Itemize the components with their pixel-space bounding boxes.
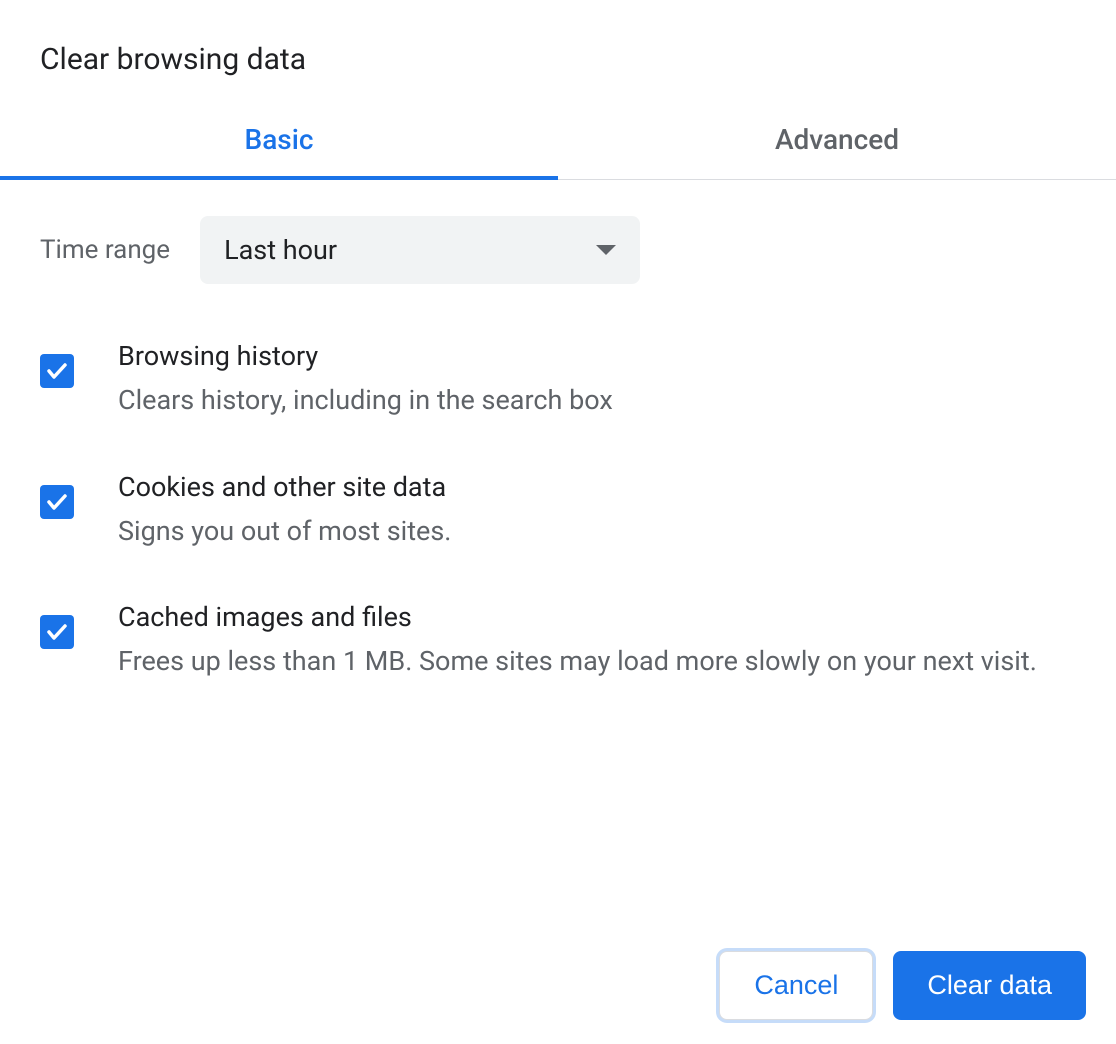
checkbox-cached[interactable] xyxy=(40,615,74,649)
cancel-button[interactable]: Cancel xyxy=(719,951,873,1020)
tabs: Basic Advanced xyxy=(0,105,1116,180)
option-browsing-history: Browsing history Clears history, includi… xyxy=(40,340,1076,421)
option-text: Browsing history Clears history, includi… xyxy=(118,340,613,421)
option-title: Cached images and files xyxy=(118,601,1037,633)
time-range-value: Last hour xyxy=(224,234,337,266)
clear-data-button[interactable]: Clear data xyxy=(893,951,1086,1020)
time-range-select[interactable]: Last hour xyxy=(200,216,640,284)
clear-browsing-data-dialog: Clear browsing data Basic Advanced Time … xyxy=(0,0,1116,1044)
option-text: Cookies and other site data Signs you ou… xyxy=(118,471,451,552)
checkmark-icon xyxy=(45,359,69,383)
option-cached: Cached images and files Frees up less th… xyxy=(40,601,1076,682)
tab-basic[interactable]: Basic xyxy=(0,105,558,180)
time-range-row: Time range Last hour xyxy=(40,216,1076,284)
checkmark-icon xyxy=(45,620,69,644)
option-title: Cookies and other site data xyxy=(118,471,451,503)
checkmark-icon xyxy=(45,490,69,514)
option-title: Browsing history xyxy=(118,340,613,372)
option-desc: Clears history, including in the search … xyxy=(118,380,613,421)
time-range-label: Time range xyxy=(40,235,170,265)
dialog-content: Time range Last hour Browsing history Cl… xyxy=(0,180,1116,951)
option-desc: Frees up less than 1 MB. Some sites may … xyxy=(118,641,1037,682)
checkbox-cookies[interactable] xyxy=(40,485,74,519)
dialog-footer: Cancel Clear data xyxy=(0,951,1116,1044)
dialog-title: Clear browsing data xyxy=(0,0,1116,105)
option-text: Cached images and files Frees up less th… xyxy=(118,601,1037,682)
dropdown-arrow-icon xyxy=(596,245,616,255)
option-desc: Signs you out of most sites. xyxy=(118,511,451,552)
tab-advanced[interactable]: Advanced xyxy=(558,105,1116,180)
checkbox-browsing-history[interactable] xyxy=(40,354,74,388)
option-cookies: Cookies and other site data Signs you ou… xyxy=(40,471,1076,552)
